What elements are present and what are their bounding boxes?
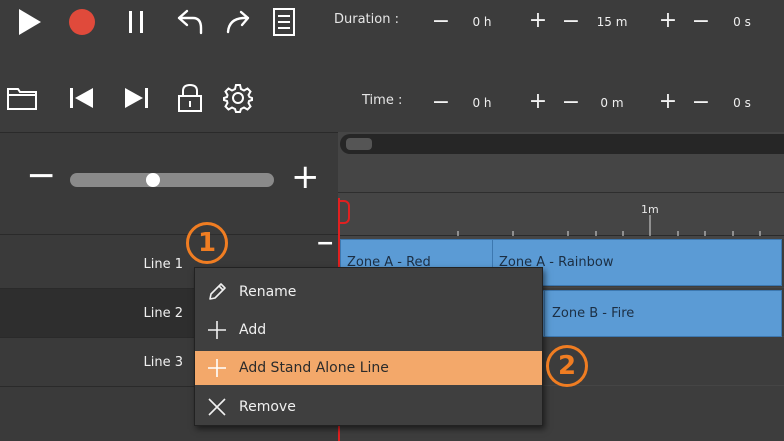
time-minutes-plus[interactable]: + bbox=[657, 91, 679, 113]
plus-icon bbox=[195, 319, 239, 341]
time-seconds-minus[interactable]: − bbox=[690, 92, 712, 114]
zoom-in-button[interactable]: + bbox=[291, 160, 320, 194]
divider bbox=[0, 132, 338, 133]
undo-button[interactable] bbox=[172, 0, 208, 44]
clip-label: Zone B - Fire bbox=[552, 306, 635, 321]
record-icon bbox=[69, 9, 95, 35]
play-icon bbox=[19, 9, 41, 35]
redo-icon bbox=[226, 10, 250, 34]
pencil-icon bbox=[195, 281, 239, 303]
plus-icon bbox=[195, 357, 239, 379]
open-folder-button[interactable] bbox=[4, 76, 40, 120]
ruler[interactable]: 1m bbox=[338, 192, 784, 236]
menu-item-label: Rename bbox=[239, 284, 297, 300]
duration-seconds-minus[interactable]: − bbox=[690, 11, 712, 33]
folder-icon bbox=[7, 88, 37, 110]
time-minutes-value[interactable]: 0 m bbox=[590, 92, 634, 114]
duration-minutes-minus[interactable]: − bbox=[560, 11, 582, 33]
track-label: Line 1 bbox=[143, 256, 184, 272]
ruler-ticks bbox=[457, 215, 761, 236]
time-hours-value[interactable]: 0 h bbox=[460, 92, 504, 114]
skip-back-icon bbox=[70, 88, 93, 108]
divider bbox=[0, 234, 338, 235]
menu-item-rename[interactable]: Rename bbox=[195, 275, 542, 309]
menu-item-remove[interactable]: Remove bbox=[195, 390, 542, 424]
ruler-label: 1m bbox=[641, 203, 659, 216]
gear-icon bbox=[223, 84, 253, 113]
lock-icon bbox=[178, 83, 202, 112]
pause-button[interactable] bbox=[118, 0, 154, 44]
zoom-slider-handle[interactable] bbox=[146, 173, 160, 187]
time-label: Time : bbox=[362, 93, 403, 108]
time-seconds-value[interactable]: 0 s bbox=[720, 92, 764, 114]
menu-item-label: Add Stand Alone Line bbox=[239, 360, 389, 376]
undo-icon bbox=[177, 9, 203, 35]
zoom-out-button[interactable]: − bbox=[26, 158, 56, 194]
skip-forward-button[interactable] bbox=[118, 76, 154, 120]
menu-item-add-stand-alone-line[interactable]: Add Stand Alone Line bbox=[195, 351, 542, 385]
duration-minutes-value[interactable]: 15 m bbox=[590, 11, 634, 33]
duration-hours-minus[interactable]: − bbox=[430, 11, 452, 33]
skip-forward-icon bbox=[125, 88, 148, 108]
time-hours-minus[interactable]: − bbox=[430, 92, 452, 114]
menu-item-label: Remove bbox=[239, 399, 296, 415]
clip-zone-b-fire[interactable]: Zone B - Fire bbox=[543, 290, 782, 337]
context-menu: Rename Add Add Stand Alone Line Remove bbox=[194, 267, 543, 426]
document-icon bbox=[273, 8, 295, 36]
duration-label: Duration : bbox=[334, 12, 399, 27]
track-label: Line 3 bbox=[143, 354, 184, 370]
playhead-handle[interactable] bbox=[338, 200, 350, 224]
settings-button[interactable] bbox=[220, 76, 256, 120]
document-button[interactable] bbox=[266, 0, 302, 44]
play-button[interactable] bbox=[12, 0, 48, 44]
time-minutes-minus[interactable]: − bbox=[560, 92, 582, 114]
callout-1: 1 bbox=[186, 222, 228, 264]
duration-hours-plus[interactable]: + bbox=[527, 10, 549, 32]
callout-2: 2 bbox=[546, 345, 588, 387]
duration-hours-value[interactable]: 0 h bbox=[460, 11, 504, 33]
collapse-tracks-button[interactable]: − bbox=[316, 233, 334, 255]
lock-button[interactable] bbox=[172, 76, 208, 120]
track-label: Line 2 bbox=[143, 305, 184, 321]
record-button[interactable] bbox=[64, 0, 100, 44]
skip-back-button[interactable] bbox=[64, 76, 100, 120]
zoom-slider-track[interactable] bbox=[70, 173, 274, 187]
duration-seconds-value[interactable]: 0 s bbox=[720, 11, 764, 33]
timeline-scrollbar[interactable] bbox=[340, 134, 784, 154]
scrollbar-grip[interactable] bbox=[346, 138, 372, 150]
redo-button[interactable] bbox=[220, 0, 256, 44]
duration-minutes-plus[interactable]: + bbox=[657, 10, 679, 32]
menu-item-add[interactable]: Add bbox=[195, 313, 542, 347]
time-hours-plus[interactable]: + bbox=[527, 91, 549, 113]
menu-item-label: Add bbox=[239, 322, 267, 338]
x-icon bbox=[195, 396, 239, 418]
pause-icon bbox=[129, 11, 143, 33]
